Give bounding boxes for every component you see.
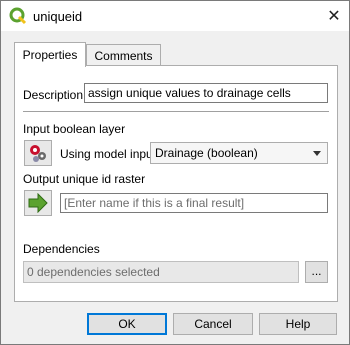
- window-title: uniqueid: [33, 9, 83, 24]
- cancel-button[interactable]: Cancel: [173, 313, 253, 335]
- dependencies-field: 0 dependencies selected: [23, 261, 299, 283]
- title-bar: uniqueid ✕: [1, 1, 349, 31]
- dependencies-label: Dependencies: [23, 242, 100, 256]
- output-unique-id-label: Output unique id raster: [23, 172, 146, 186]
- separator: [23, 111, 329, 112]
- description-label: Description: [23, 88, 84, 102]
- properties-panel: Description assign unique values to drai…: [14, 65, 338, 302]
- output-name-field[interactable]: [Enter name if this is a final result]: [60, 193, 328, 213]
- using-model-input-label: Using model input: [60, 147, 157, 161]
- output-type-button[interactable]: [24, 190, 52, 216]
- qgis-logo-icon: [9, 7, 27, 25]
- tab-properties[interactable]: Properties: [14, 42, 86, 67]
- dropdown-arrow-icon: [313, 151, 321, 156]
- dependencies-browse-button[interactable]: ...: [305, 261, 328, 283]
- ok-button[interactable]: OK: [87, 313, 167, 335]
- output-arrow-icon: [28, 193, 48, 213]
- input-boolean-layer-label: Input boolean layer: [23, 122, 126, 136]
- model-input-button[interactable]: [24, 140, 52, 166]
- tab-comments[interactable]: Comments: [86, 44, 161, 66]
- input-layer-combo-value: Drainage (boolean): [155, 146, 258, 160]
- close-icon[interactable]: ✕: [319, 1, 349, 31]
- help-button[interactable]: Help: [259, 313, 337, 335]
- model-input-gears-icon: [30, 145, 46, 162]
- dialog-window: uniqueid ✕ Properties Comments Descripti…: [0, 0, 350, 345]
- description-field[interactable]: assign unique values to drainage cells: [84, 83, 328, 103]
- input-layer-combo[interactable]: Drainage (boolean): [150, 142, 328, 164]
